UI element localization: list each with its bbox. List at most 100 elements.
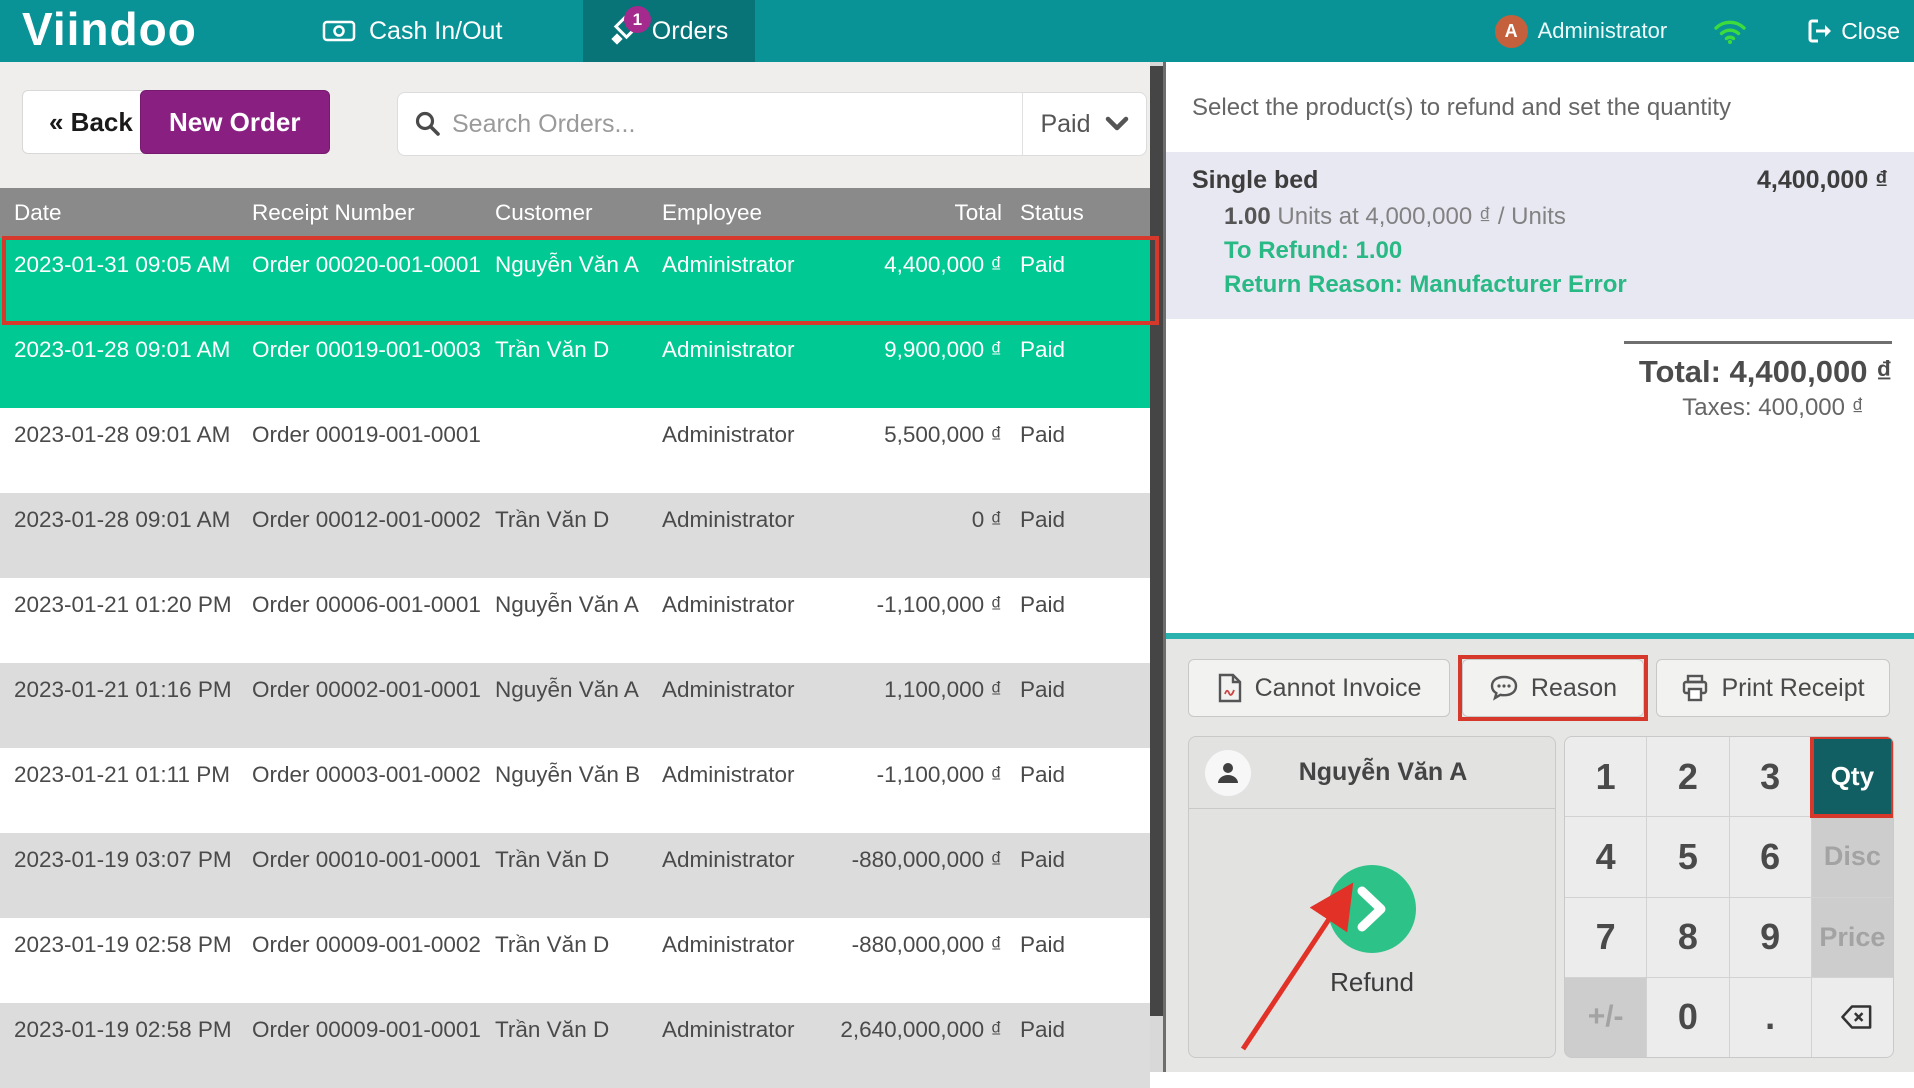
cannot-invoice-label: Cannot Invoice [1255,674,1422,703]
table-scrollbar[interactable] [1150,62,1163,1072]
table-scrollbar-thumb[interactable] [1150,66,1163,1016]
cell-total: -1,100,000 ₫ [815,748,1008,833]
table-row[interactable]: 2023-01-19 02:58 PM Order 00009-001-0001… [0,1003,1150,1088]
cell-employee: Administrator [648,238,815,323]
product-name: Single bed [1192,166,1318,195]
refund-area: Refund [1189,809,1555,1058]
search-bar: Paid [397,92,1147,156]
cell-total: -1,100,000 ₫ [815,578,1008,663]
cell-employee: Administrator [648,578,815,663]
numpad-key-0[interactable]: 0 [1647,978,1728,1057]
product-price: 4,400,000 ₫ [1757,166,1888,195]
cell-date: 2023-01-28 09:01 AM [0,493,238,578]
table-row[interactable]: 2023-01-21 01:20 PM Order 00006-001-0001… [0,578,1150,663]
wifi-status-icon [1713,18,1747,44]
numpad-key-plusminus: +/- [1565,978,1646,1057]
cell-employee: Administrator [648,663,815,748]
table-row[interactable]: 2023-01-28 09:01 AM Order 00012-001-0002… [0,493,1150,578]
cell-date: 2023-01-21 01:11 PM [0,748,238,833]
new-order-button[interactable]: New Order [140,90,330,154]
numpad-key-2[interactable]: 2 [1647,737,1728,816]
table-row[interactable]: 2023-01-19 02:58 PM Order 00009-001-0002… [0,918,1150,1003]
cell-receipt: Order 00009-001-0002 [238,918,481,1003]
tab-orders[interactable]: 1 Orders [583,0,755,62]
orderline-single-bed[interactable]: Single bed 4,400,000 ₫ 1.00 Units at 4,0… [1166,152,1914,319]
col-header-employee: Employee [648,199,815,227]
numpad-key-8[interactable]: 8 [1647,898,1728,977]
numpad-key-dot[interactable]: . [1730,978,1811,1057]
cannot-invoice-button[interactable]: Cannot Invoice [1188,659,1450,717]
cell-employee: Administrator [648,1003,815,1088]
col-header-date: Date [0,199,238,227]
table-row[interactable]: 2023-01-31 09:05 AM Order 00020-001-0001… [0,238,1150,323]
to-refund-line: To Refund: 1.00 [1192,237,1888,265]
table-row[interactable]: 2023-01-21 01:11 PM Order 00003-001-0002… [0,748,1150,833]
cell-status: Paid [1008,918,1150,1003]
numpad-key-7[interactable]: 7 [1565,898,1646,977]
cell-status: Paid [1008,748,1150,833]
print-receipt-button[interactable]: Print Receipt [1656,659,1890,717]
search-input[interactable] [452,93,1022,155]
cell-employee: Administrator [648,833,815,918]
numpad-key-9[interactable]: 9 [1730,898,1811,977]
close-session-button[interactable]: Close [1805,17,1900,45]
cell-status: Paid [1008,493,1150,578]
cell-receipt: Order 00010-001-0001 [238,833,481,918]
printer-icon [1681,674,1709,702]
chevron-down-icon [1105,116,1129,132]
table-row[interactable]: 2023-01-21 01:16 PM Order 00002-001-0001… [0,663,1150,748]
actionpad-section: Cannot Invoice Reason Print Receipt [1166,633,1914,1072]
table-row[interactable]: 2023-01-28 09:01 AM Order 00019-001-0003… [0,323,1150,408]
backspace-icon [1831,1003,1873,1031]
numpad-key-backspace[interactable] [1812,978,1893,1057]
pdf-file-icon [1217,673,1243,703]
print-receipt-label: Print Receipt [1721,674,1864,703]
close-label: Close [1841,18,1900,45]
cell-customer: Nguyễn Văn A [481,663,648,748]
numpad-key-6[interactable]: 6 [1730,817,1811,896]
refund-heading: Select the product(s) to refund and set … [1166,62,1914,122]
cell-receipt: Order 00020-001-0001 [238,238,481,323]
refund-panel: Select the product(s) to refund and set … [1166,62,1914,1072]
numpad-mode-qty[interactable]: Qty [1812,737,1893,816]
cell-receipt: Order 00012-001-0002 [238,493,481,578]
cell-employee: Administrator [648,493,815,578]
banknote-icon [322,18,356,44]
user-name[interactable]: Administrator [1538,18,1668,44]
cell-customer: Trần Văn D [481,1003,648,1088]
numpad-key-4[interactable]: 4 [1565,817,1646,896]
cell-receipt: Order 00009-001-0001 [238,1003,481,1088]
table-header-row: Date Receipt Number Customer Employee To… [0,188,1150,238]
refund-button[interactable] [1328,865,1416,953]
return-reason-line: Return Reason: Manufacturer Error [1192,271,1888,299]
payment-pad: Nguyễn Văn A Refund [1188,736,1556,1058]
speech-bubble-icon [1489,674,1519,702]
cell-status: Paid [1008,578,1150,663]
logout-icon [1805,17,1833,45]
reason-button[interactable]: Reason [1462,659,1644,717]
numpad-key-5[interactable]: 5 [1647,817,1728,896]
avatar[interactable]: A [1495,15,1528,48]
status-filter-dropdown[interactable]: Paid [1022,93,1146,155]
cell-receipt: Order 00019-001-0003 [238,323,481,408]
cell-date: 2023-01-28 09:01 AM [0,408,238,493]
cell-status: Paid [1008,1003,1150,1088]
cash-in-out-button[interactable]: Cash In/Out [322,0,502,62]
cell-total: 1,100,000 ₫ [815,663,1008,748]
refund-button-label: Refund [1189,967,1555,998]
table-row[interactable]: 2023-01-28 09:01 AM Order 00019-001-0001… [0,408,1150,493]
top-navbar: Viindoo Cash In/Out 1 Orders A Administr… [0,0,1914,62]
orders-count-badge: 1 [624,6,651,33]
numpad-key-3[interactable]: 3 [1730,737,1811,816]
numpad-mode-disc: Disc [1812,817,1893,896]
customer-button[interactable]: Nguyễn Văn A [1189,737,1555,809]
cell-date: 2023-01-21 01:16 PM [0,663,238,748]
cell-employee: Administrator [648,408,815,493]
cell-receipt: Order 00019-001-0001 [238,408,481,493]
cell-total: 2,640,000,000 ₫ [815,1003,1008,1088]
cell-customer [481,408,648,493]
cell-date: 2023-01-19 02:58 PM [0,1003,238,1088]
cell-customer: Trần Văn D [481,833,648,918]
table-row[interactable]: 2023-01-19 03:07 PM Order 00010-001-0001… [0,833,1150,918]
numpad-key-1[interactable]: 1 [1565,737,1646,816]
